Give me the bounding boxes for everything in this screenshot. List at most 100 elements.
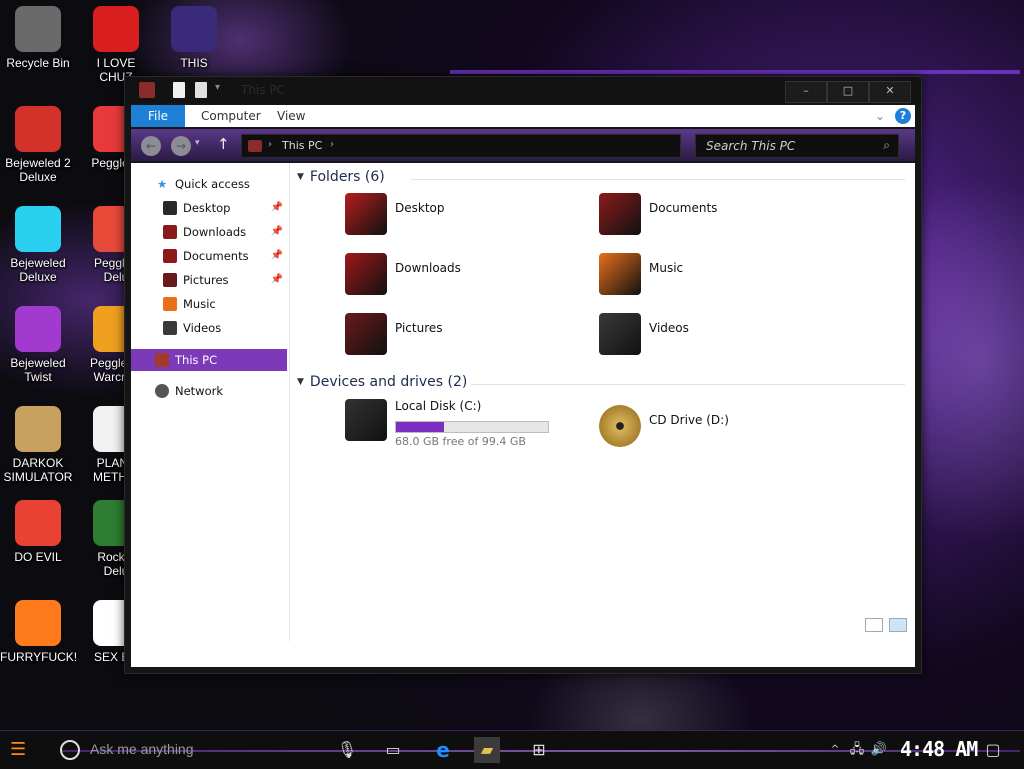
close-button[interactable]: ✕ [869,81,911,103]
drive-name: CD Drive (D:) [649,413,729,427]
folder-downloads[interactable]: Downloads [345,253,585,307]
folder-desktop[interactable]: Desktop [345,193,585,247]
desktop-icon[interactable]: I LOVE CHUZ [78,6,154,84]
desktop-icon[interactable]: Recycle Bin [0,6,76,70]
up-arrow-icon[interactable]: ↑ [217,135,230,153]
nav-item-desktop[interactable]: Desktop 📌 [131,197,287,219]
folder-icon [345,253,387,295]
help-icon[interactable]: ? [895,108,911,124]
desktop-icon-label: Bejeweled 2 Deluxe [5,156,71,184]
cortana-search[interactable]: Ask me anything [58,737,328,763]
desktop-icon[interactable]: Bejeweled Twist [0,306,76,384]
folders-group-header[interactable]: ▼ Folders (6) [297,169,385,185]
nav-label: Pictures [183,273,229,287]
nav-item-downloads[interactable]: Downloads 📌 [131,221,287,243]
search-input[interactable]: Search This PC ⌕ [695,134,899,158]
bejeweled-twist-icon [15,306,61,352]
address-bar[interactable]: › This PC › [241,134,681,158]
address-toolbar: ← → ▾ ↑ › This PC › Search This PC ⌕ [131,129,915,161]
drive-usage-fill [396,422,445,432]
volume-icon[interactable]: 🔊 [866,737,892,763]
tab-file[interactable]: File [131,105,185,127]
folder-icon [599,313,641,355]
store-icon[interactable]: ⊞ [526,737,552,763]
diamond-icon [15,206,61,252]
pin-icon[interactable]: 📌 [271,221,283,243]
properties-icon[interactable] [173,82,185,98]
recent-locations-icon[interactable]: ▾ [195,138,200,148]
firefox-icon [15,600,61,646]
desktop-icon[interactable]: Bejeweled Deluxe [0,206,76,284]
this-pc-icon [248,140,262,152]
folder-documents[interactable]: Documents [599,193,839,247]
action-center-icon[interactable]: ▢ [980,737,1006,763]
drive-free-space: 68.0 GB free of 99.4 GB [395,435,526,448]
tab-computer[interactable]: Computer [201,105,261,127]
folder-music[interactable]: Music [599,253,839,307]
collapse-chevron-icon[interactable]: ▼ [297,377,304,387]
folder-name: Pictures [395,321,443,335]
back-button[interactable]: ← [141,136,161,156]
drive-cd[interactable]: CD Drive (D:) [599,405,839,459]
large-icons-view-icon[interactable] [889,618,907,632]
desktop-icon[interactable]: DO EVIL [0,500,76,564]
nav-item-videos[interactable]: Videos [131,317,287,339]
desktop-icon[interactable]: DARKOK SIMULATOR [0,406,76,484]
desktop-icon-label: FURRYFUCK! [0,650,78,664]
nav-label: Music [183,297,216,311]
divider [411,179,905,180]
folder-name: Videos [649,321,689,335]
desktop-icon[interactable]: FURRYFUCK! [0,600,78,664]
clock[interactable]: 4:48 AM [900,737,978,761]
desktop-icon-label: Recycle Bin [6,56,70,70]
cd-drive-icon [599,405,641,447]
folder-icon [163,225,177,239]
drive-name: Local Disk (C:) [395,399,482,413]
folder-icon [599,253,641,295]
ribbon-collapse-icon[interactable]: ⌄ [875,105,885,127]
wallpaper-stripe [450,70,1020,74]
goland-icon [171,6,217,52]
maximize-button[interactable]: □ [827,81,869,103]
pin-icon[interactable]: 📌 [271,269,283,291]
task-view-icon[interactable]: ▭ [380,737,406,763]
start-button[interactable]: ☰ [10,739,36,761]
desktop-icon-label: DO EVIL [14,550,62,564]
drive-local-disk[interactable]: Local Disk (C:) 68.0 GB free of 99.4 GB [345,399,585,453]
nav-this-pc[interactable]: This PC [131,349,287,371]
minimize-button[interactable]: – [785,81,827,103]
nav-label: Documents [183,249,249,263]
tab-view[interactable]: View [277,105,305,127]
nav-item-pictures[interactable]: Pictures 📌 [131,269,287,291]
nav-quick-access[interactable]: ★ Quick access [131,173,287,195]
nav-label: This PC [175,353,218,367]
file-explorer-icon[interactable]: ▰ [474,737,500,763]
edge-icon[interactable]: e [430,737,456,763]
nav-item-music[interactable]: Music [131,293,287,315]
nav-label: Quick access [175,177,250,191]
folder-pictures[interactable]: Pictures [345,313,585,367]
collapse-chevron-icon[interactable]: ▼ [297,172,304,182]
search-icon[interactable]: ⌕ [883,138,890,153]
nav-item-documents[interactable]: Documents 📌 [131,245,287,267]
desktop-icon-label: Bejeweled Twist [10,356,66,384]
hard-disk-icon [345,399,387,441]
breadcrumb-chevron-icon[interactable]: › [268,139,272,150]
desktop-icon[interactable]: Bejeweled 2 Deluxe [0,106,76,184]
devices-group-header[interactable]: ▼ Devices and drives (2) [297,374,467,390]
nav-network[interactable]: Network [131,380,287,402]
details-view-icon[interactable] [865,618,883,632]
pin-icon[interactable]: 📌 [271,245,283,267]
title-bar[interactable]: ▾ This PC – □ ✕ [125,77,921,103]
explorer-body: ★ Quick access Desktop 📌 Downloads 📌 Documen… [131,163,915,667]
breadcrumb[interactable]: This PC [282,139,322,152]
desktop-icon[interactable]: THIS [156,6,232,70]
microphone-icon[interactable]: 🎙 [334,737,360,763]
forward-button[interactable]: → [171,136,191,156]
folder-videos[interactable]: Videos [599,313,839,367]
customize-quick-access-icon[interactable]: ▾ [215,82,225,98]
breadcrumb-chevron-icon[interactable]: › [330,139,334,150]
nav-label: Downloads [183,225,247,239]
new-folder-icon[interactable] [195,82,207,98]
pin-icon[interactable]: 📌 [271,197,283,219]
